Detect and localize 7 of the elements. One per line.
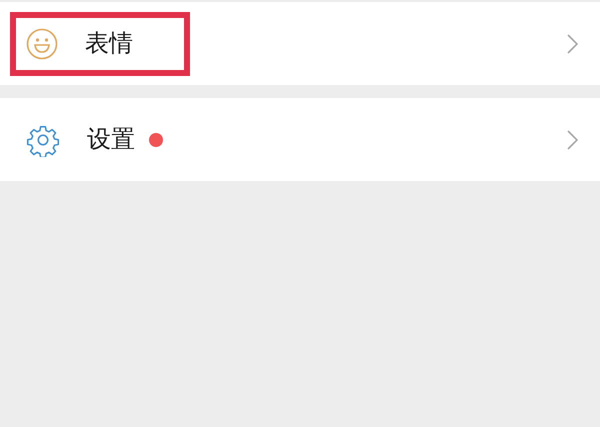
menu-row[interactable]: 表情 xyxy=(0,2,600,85)
chevron-right-icon xyxy=(567,130,578,150)
menu-row[interactable]: 设置 xyxy=(0,98,600,181)
menu-label: 设置 xyxy=(87,128,135,152)
smiley-icon xyxy=(26,28,58,60)
chevron-right-icon xyxy=(567,34,578,54)
menu-label: 表情 xyxy=(85,32,133,56)
